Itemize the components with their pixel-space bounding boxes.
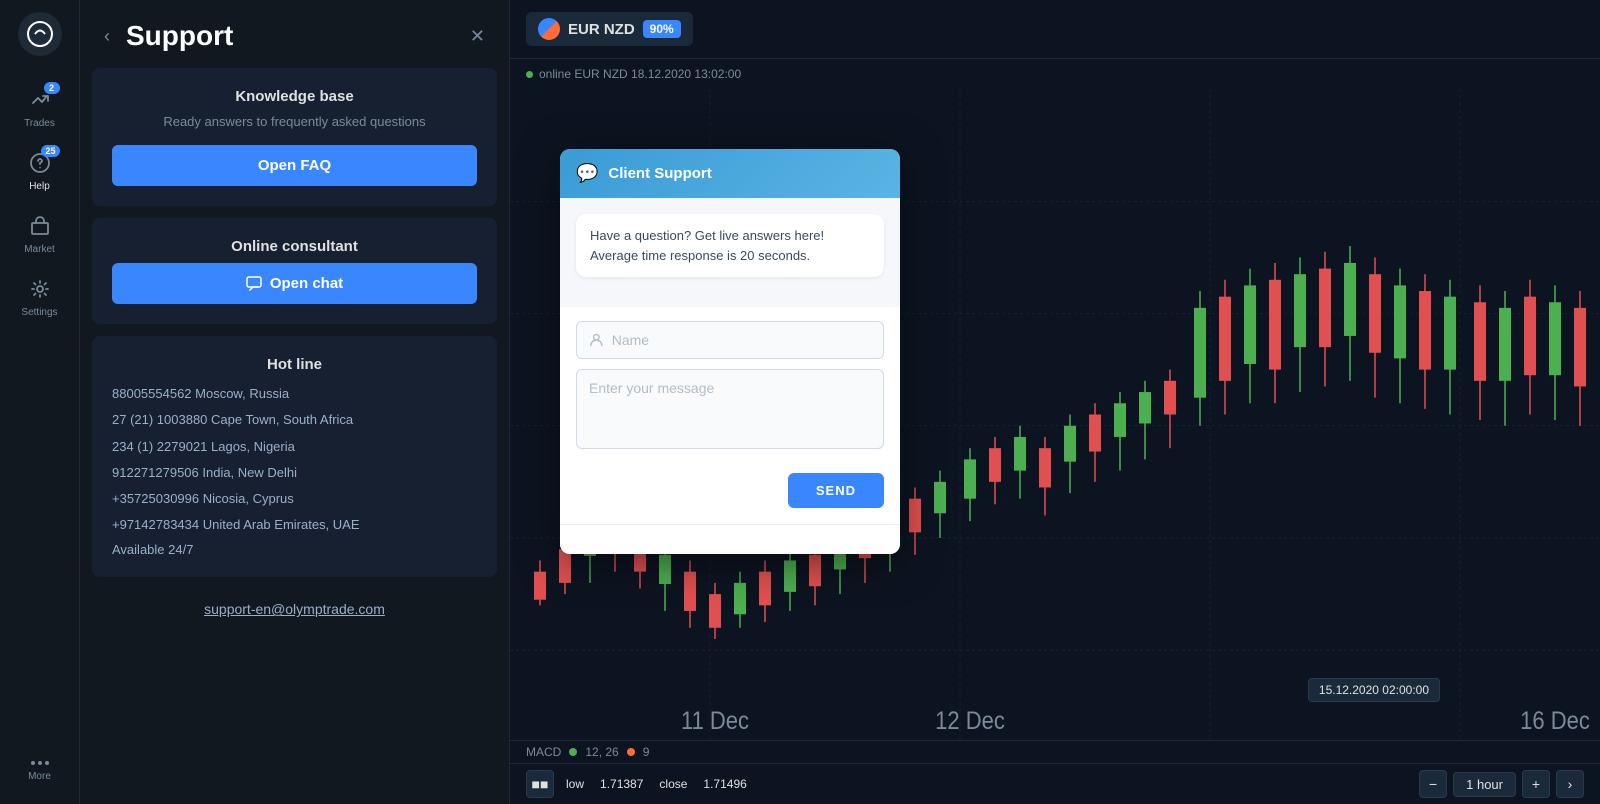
sidebar-item-market[interactable]: Market [0, 202, 79, 265]
hotline-number-5: +35725030996 Nicosia, Cyprus [112, 490, 477, 508]
open-chat-button[interactable]: Open chat [112, 263, 477, 304]
macd-params: 12, 26 [585, 745, 618, 759]
time-period-label: 1 hour [1453, 772, 1516, 797]
zoom-in-button[interactable]: + [1522, 770, 1550, 798]
macd-bar: MACD 12, 26 9 [510, 740, 1600, 763]
chat-bubble: Have a question? Get live answers here! … [576, 214, 884, 277]
online-text: online EUR NZD 18.12.2020 13:02:00 [539, 67, 741, 81]
hotline-number-3: 234 (1) 2279021 Lagos, Nigeria [112, 438, 477, 456]
pair-badge[interactable]: EUR NZD 90% [526, 12, 693, 46]
chart-canvas: 11 Dec 12 Dec 16 Dec 15.12.2020 02:00:00… [510, 89, 1600, 740]
online-indicator: online EUR NZD 18.12.2020 13:02:00 [510, 59, 1600, 89]
name-input[interactable] [612, 332, 871, 348]
svg-text:16 Dec: 16 Dec [1520, 707, 1590, 734]
more-label: More [28, 771, 51, 782]
expand-button[interactable]: ■■ [526, 770, 554, 798]
chart-values: low 1.71387 close 1.71496 [566, 777, 747, 791]
chart-controls: − 1 hour + › [1419, 770, 1584, 798]
knowledge-base-desc: Ready answers to frequently asked questi… [112, 113, 477, 131]
svg-text:12 Dec: 12 Dec [935, 707, 1005, 734]
sidebar-more[interactable]: More [0, 749, 79, 792]
settings-icon-wrap [26, 275, 54, 303]
hotline-available: Available 24/7 [112, 542, 477, 557]
chat-send-area: SEND [560, 463, 900, 524]
chart-header: EUR NZD 90% [510, 0, 1600, 59]
open-faq-button[interactable]: Open FAQ [112, 145, 477, 186]
low-value: 1.71387 [600, 777, 643, 791]
macd-orange-dot [627, 748, 635, 756]
hotline-number-4: 912271279506 India, New Delhi [112, 464, 477, 482]
sidebar-item-trades[interactable]: 2 Trades [0, 76, 79, 139]
chat-header: 💬 Client Support [560, 149, 900, 198]
hotline-number-6: +97142783434 United Arab Emirates, UAE [112, 516, 477, 534]
zoom-out-button[interactable]: − [1419, 770, 1447, 798]
knowledge-base-section: Knowledge base Ready answers to frequent… [92, 68, 497, 206]
macd-signal: 9 [643, 745, 650, 759]
back-button[interactable]: ‹ [100, 22, 114, 51]
sidebar-item-help[interactable]: 25 Help [0, 139, 79, 202]
chat-title: Client Support [608, 165, 711, 182]
message-textarea[interactable] [576, 369, 884, 449]
forward-button[interactable]: › [1556, 770, 1584, 798]
client-support-chat: 💬 Client Support Have a question? Get li… [560, 149, 900, 554]
pair-flag-icon [538, 18, 560, 40]
trades-label: Trades [24, 118, 55, 129]
trades-icon-wrap: 2 [26, 86, 54, 114]
close-button[interactable]: ✕ [466, 22, 489, 51]
email-section: support-en@olymptrade.com [80, 589, 509, 639]
hotline-number-1: 88005554562 Moscow, Russia [112, 385, 477, 403]
support-title: Support [126, 20, 233, 52]
help-label: Help [29, 181, 50, 192]
support-header: ‹ Support ✕ [80, 20, 509, 68]
date-chip: 15.12.2020 02:00:00 [1308, 678, 1440, 702]
low-label: low [566, 777, 584, 791]
chart-area: EUR NZD 90% online EUR NZD 18.12.2020 13… [510, 0, 1600, 804]
send-button[interactable]: SEND [788, 473, 884, 508]
name-input-wrap [576, 321, 884, 359]
hotline-section: Hot line 88005554562 Moscow, Russia 27 (… [92, 336, 497, 577]
online-dot [526, 71, 533, 78]
help-icon-wrap: 25 [26, 149, 54, 177]
sidebar: 2 Trades 25 Help Market [0, 0, 80, 804]
macd-label: MACD [526, 745, 561, 759]
trades-badge: 2 [44, 82, 60, 94]
online-consultant-section: Online consultant Open chat [92, 218, 497, 324]
chart-footer: ■■ low 1.71387 close 1.71496 − 1 hour + … [510, 763, 1600, 804]
market-label: Market [24, 244, 55, 255]
support-panel: ‹ Support ✕ Knowledge base Ready answers… [80, 0, 510, 804]
email-link[interactable]: support-en@olymptrade.com [204, 601, 385, 617]
app-logo[interactable] [18, 12, 62, 56]
chat-footer [560, 524, 900, 554]
settings-label: Settings [21, 307, 57, 318]
svg-text:11 Dec: 11 Dec [681, 707, 749, 734]
market-icon-wrap [26, 212, 54, 240]
close-value: 1.71496 [703, 777, 746, 791]
online-consultant-title: Online consultant [112, 238, 477, 255]
knowledge-base-title: Knowledge base [112, 88, 477, 105]
help-badge: 25 [41, 145, 59, 157]
hotline-number-2: 27 (21) 1003880 Cape Town, South Africa [112, 411, 477, 429]
pct-badge: 90% [643, 20, 681, 38]
close-label: close [659, 777, 687, 791]
chat-form [560, 307, 900, 463]
macd-green-dot [569, 748, 577, 756]
chat-icon: 💬 [576, 163, 598, 184]
sidebar-item-settings[interactable]: Settings [0, 265, 79, 328]
pair-name: EUR NZD [568, 21, 635, 38]
hotline-title: Hot line [112, 356, 477, 373]
chat-body: Have a question? Get live answers here! … [560, 198, 900, 307]
